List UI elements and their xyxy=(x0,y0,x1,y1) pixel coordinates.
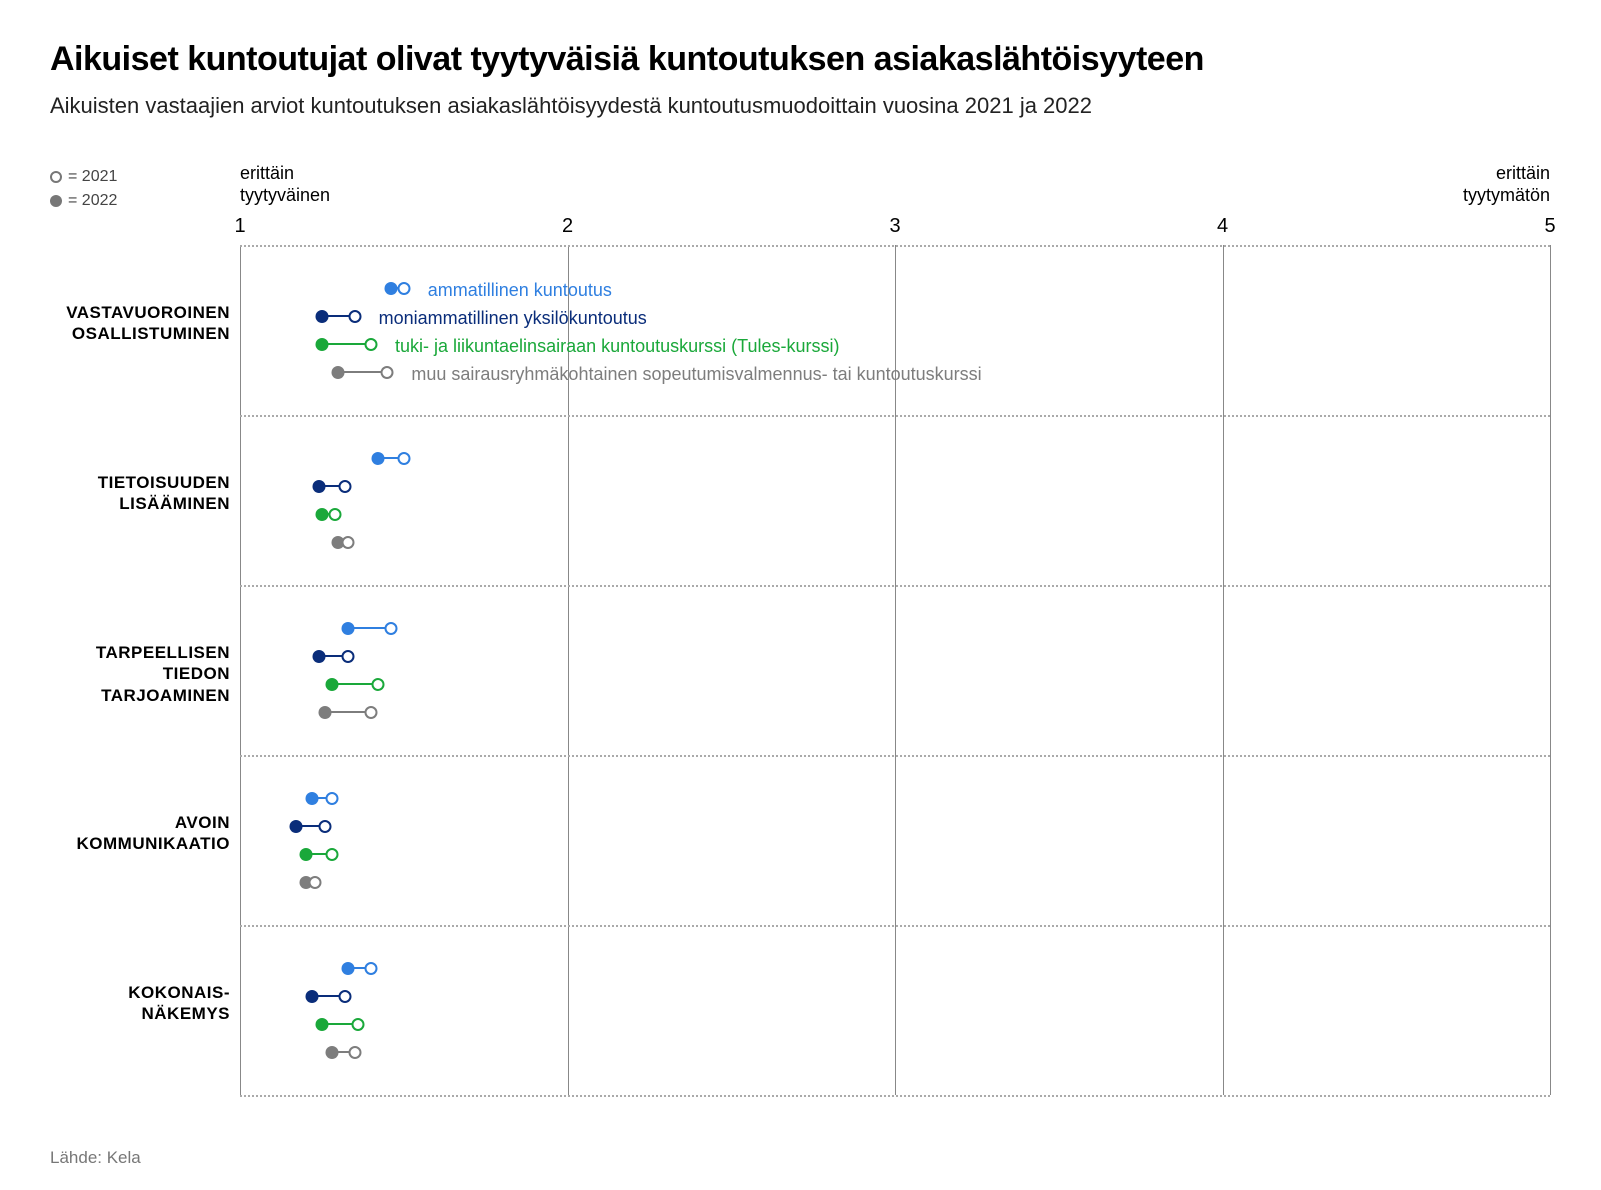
series-legend-label: ammatillinen kuntoutus xyxy=(428,278,612,302)
series-row: moniammatillinen yksilökuntoutus xyxy=(240,304,1550,328)
plot-grid: VASTAVUOROINENOSALLISTUMINENammatillinen… xyxy=(240,245,1550,1095)
data-point-2021 xyxy=(328,508,341,521)
category-label: TIETOISUUDENLISÄÄMINEN xyxy=(40,472,230,515)
series-row xyxy=(240,474,1550,498)
data-point-2022 xyxy=(371,452,384,465)
x-tick: 5 xyxy=(1544,215,1555,238)
data-point-2021 xyxy=(342,536,355,549)
x-axis-ticks: 12345 xyxy=(240,215,1550,245)
x-tick: 3 xyxy=(889,215,900,238)
data-point-2021 xyxy=(338,480,351,493)
axis-label-left: erittäin tyytyväinen xyxy=(240,163,330,206)
data-point-2021 xyxy=(348,310,361,323)
category-group: KOKONAIS-NÄKEMYS xyxy=(240,925,1550,1095)
data-point-2021 xyxy=(365,962,378,975)
series-legend-label: muu sairausryhmäkohtainen sopeutumisvalm… xyxy=(411,362,981,386)
chart-area: = 2021 = 2022 erittäin tyytyväinen eritt… xyxy=(50,155,1550,1115)
data-point-2022 xyxy=(384,282,397,295)
open-circle-icon xyxy=(50,171,62,183)
series-row xyxy=(240,1040,1550,1064)
category-label: TARPEELLISENTIEDONTARJOAMINEN xyxy=(40,642,230,706)
series-row xyxy=(240,644,1550,668)
data-point-2022 xyxy=(342,622,355,635)
data-point-2021 xyxy=(381,366,394,379)
category-label: VASTAVUOROINENOSALLISTUMINEN xyxy=(40,302,230,345)
series-row xyxy=(240,530,1550,554)
data-point-2022 xyxy=(342,962,355,975)
data-point-2022 xyxy=(306,792,319,805)
data-point-2022 xyxy=(315,508,328,521)
data-point-2021 xyxy=(309,876,322,889)
series-row: tuki- ja liikuntaelinsairaan kuntoutusku… xyxy=(240,332,1550,356)
data-point-2022 xyxy=(306,990,319,1003)
category-group: AVOINKOMMUNIKAATIO xyxy=(240,755,1550,925)
series-legend-label: moniammatillinen yksilökuntoutus xyxy=(379,306,647,330)
chart-source: Lähde: Kela xyxy=(50,1148,141,1168)
data-point-2022 xyxy=(325,678,338,691)
data-point-2021 xyxy=(325,848,338,861)
data-point-2022 xyxy=(299,848,312,861)
data-point-2021 xyxy=(365,706,378,719)
category-group: TIETOISUUDENLISÄÄMINEN xyxy=(240,415,1550,585)
series-row xyxy=(240,786,1550,810)
data-point-2022 xyxy=(289,820,302,833)
data-point-2022 xyxy=(332,366,345,379)
category-label: KOKONAIS-NÄKEMYS xyxy=(40,982,230,1025)
series-row xyxy=(240,700,1550,724)
data-point-2021 xyxy=(325,792,338,805)
series-row xyxy=(240,616,1550,640)
x-tick: 2 xyxy=(562,215,573,238)
x-tick: 4 xyxy=(1217,215,1228,238)
category-label: AVOINKOMMUNIKAATIO xyxy=(40,812,230,855)
data-point-2021 xyxy=(348,1046,361,1059)
data-point-2021 xyxy=(338,990,351,1003)
axis-label-right: erittäin tyytymätön xyxy=(1463,163,1550,206)
series-row: ammatillinen kuntoutus xyxy=(240,276,1550,300)
data-point-2022 xyxy=(315,310,328,323)
data-point-2021 xyxy=(319,820,332,833)
data-point-2022 xyxy=(315,338,328,351)
series-row xyxy=(240,1012,1550,1036)
series-row xyxy=(240,984,1550,1008)
category-group: VASTAVUOROINENOSALLISTUMINENammatillinen… xyxy=(240,245,1550,415)
year-legend: = 2021 = 2022 xyxy=(50,165,117,213)
data-point-2022 xyxy=(315,1018,328,1031)
series-row xyxy=(240,870,1550,894)
data-point-2021 xyxy=(397,452,410,465)
data-point-2021 xyxy=(351,1018,364,1031)
data-point-2022 xyxy=(312,650,325,663)
legend-2021: = 2021 xyxy=(68,165,117,189)
data-point-2022 xyxy=(319,706,332,719)
data-point-2022 xyxy=(325,1046,338,1059)
data-point-2021 xyxy=(371,678,384,691)
data-point-2021 xyxy=(342,650,355,663)
x-tick: 1 xyxy=(234,215,245,238)
data-point-2021 xyxy=(384,622,397,635)
legend-2022: = 2022 xyxy=(68,189,117,213)
series-row xyxy=(240,446,1550,470)
series-legend-label: tuki- ja liikuntaelinsairaan kuntoutusku… xyxy=(395,334,840,358)
category-group: TARPEELLISENTIEDONTARJOAMINEN xyxy=(240,585,1550,755)
data-point-2021 xyxy=(397,282,410,295)
closed-circle-icon xyxy=(50,195,62,207)
data-point-2021 xyxy=(365,338,378,351)
series-row xyxy=(240,502,1550,526)
series-row xyxy=(240,842,1550,866)
series-row xyxy=(240,956,1550,980)
series-row xyxy=(240,672,1550,696)
chart-title: Aikuiset kuntoutujat olivat tyytyväisiä … xyxy=(50,40,1551,79)
series-row xyxy=(240,814,1550,838)
series-row: muu sairausryhmäkohtainen sopeutumisvalm… xyxy=(240,360,1550,384)
data-point-2022 xyxy=(312,480,325,493)
chart-subtitle: Aikuisten vastaajien arviot kuntoutuksen… xyxy=(50,93,1551,119)
